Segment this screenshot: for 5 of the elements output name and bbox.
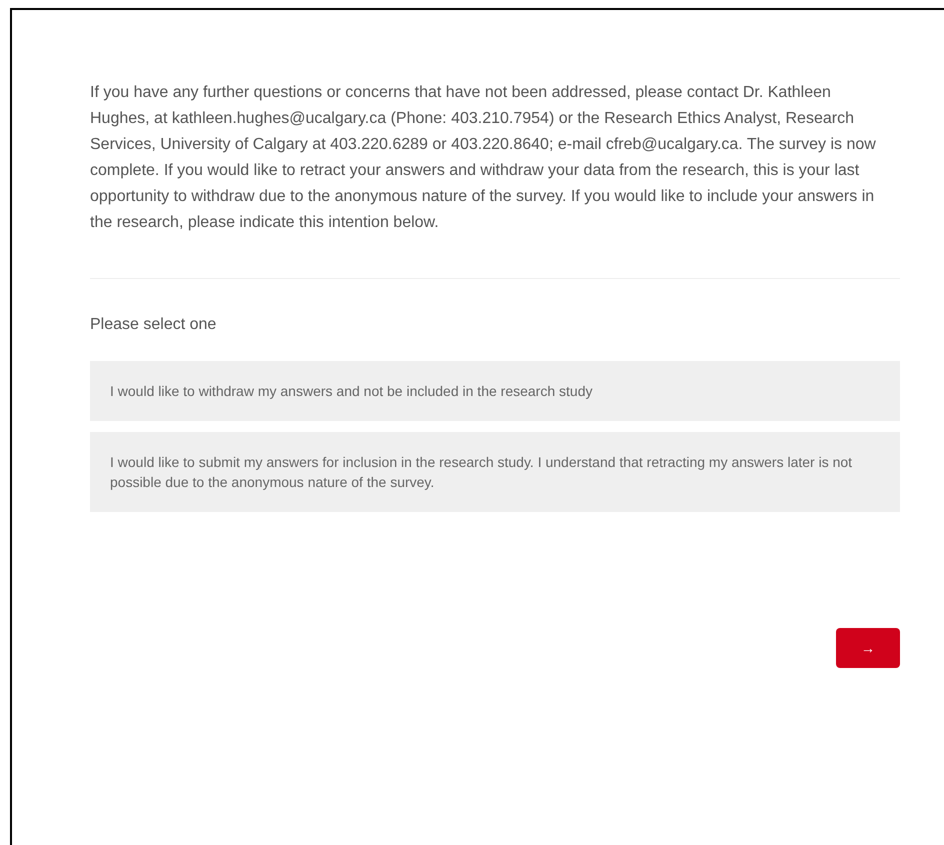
intro-paragraph: If you have any further questions or concerns that have not been addressed, please contact Dr. Kathleen Hughes, at kathleen.hughes@ucalgary.ca (Phone: 403.210.7954) or the Research Ethics Analyst, Research Services, University of Calgary at 403.220.6289 or 403.220.8640; e-mail cfreb@ucalgary.ca. The survey is now complete. If you would like to retract your answers and withdraw your data from the research, this is your last opportunity to withdraw due to the anonymous nature of the survey. If you would like to include your answers in the research, please indicate this intention below. — [90, 83, 877, 233]
next-button[interactable]: → — [836, 628, 900, 668]
question-text: Please select one — [90, 315, 218, 335]
answer-option[interactable]: I would like to withdraw my answers and not be included in the research study — [90, 361, 900, 421]
answer-option[interactable]: I would like to submit my answers for inclusion in the research study. I understand that retracting my answers later is not possible due to the anonymous nature of the survey. — [90, 432, 900, 512]
